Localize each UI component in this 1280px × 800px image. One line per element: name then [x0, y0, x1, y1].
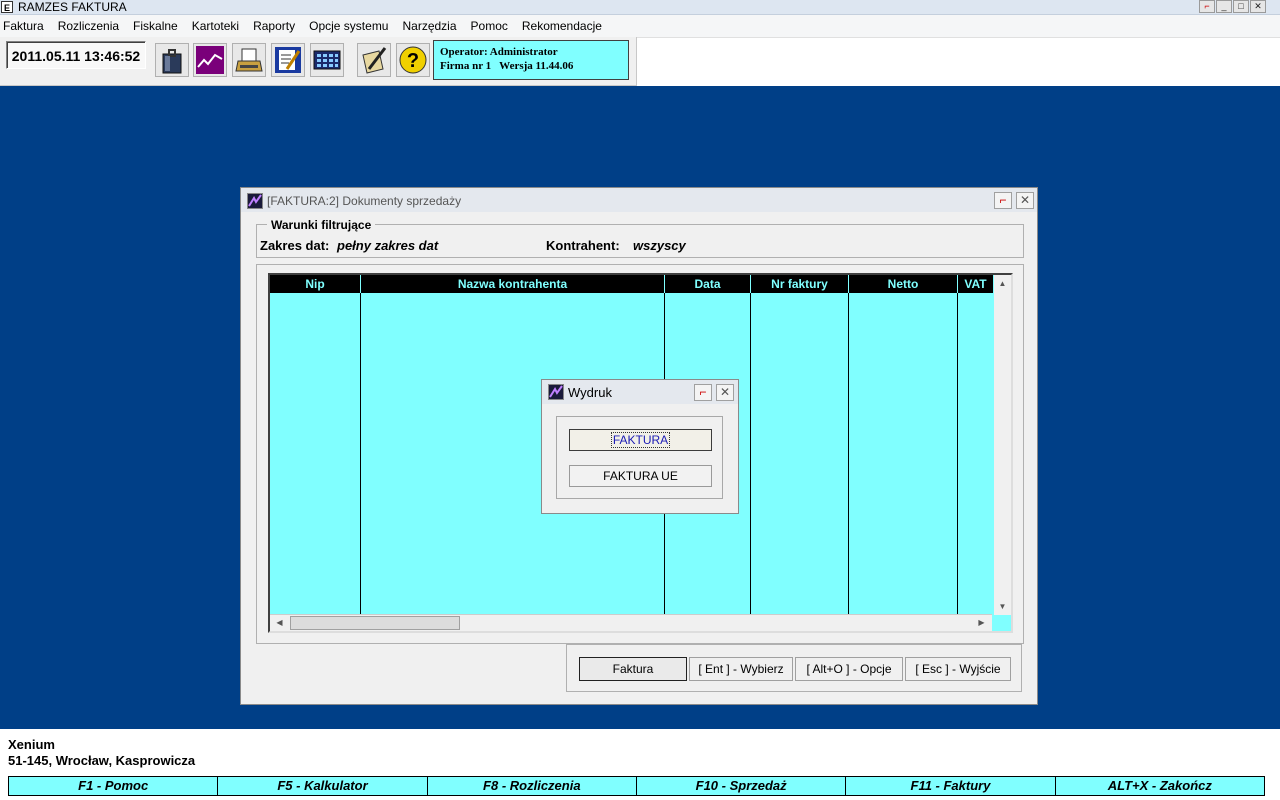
column-header-data[interactable]: Data	[665, 275, 751, 293]
dialog-title: Wydruk	[568, 385, 612, 400]
fkey-help[interactable]: F1 - Pomoc	[8, 776, 219, 796]
exit-button[interactable]: [ Esc ] - Wyjście	[905, 657, 1011, 681]
print-faktura-label: FAKTURA	[610, 432, 671, 448]
datetime-display: 2011.05.11 13:46:52	[6, 41, 146, 69]
filter-conditions-group: Warunki filtrujące Zakres dat: pełny zak…	[256, 218, 1024, 258]
select-button[interactable]: [ Ent ] - Wybierz	[689, 657, 793, 681]
help-button[interactable]: ?	[396, 43, 430, 77]
menu-opcje-systemu[interactable]: Opcje systemu	[306, 15, 395, 37]
column-header-nip[interactable]: Nip	[270, 275, 361, 293]
window-app-icon	[247, 193, 263, 209]
window-controls: ⌐ _ □ ✕	[1199, 0, 1266, 14]
function-key-bar: F1 - Pomoc F5 - Kalkulator F8 - Rozlicze…	[8, 776, 1265, 796]
horizontal-scroll-thumb[interactable]	[290, 616, 460, 630]
sales-documents-title-bar[interactable]: [FAKTURA:2] Dokumenty sprzedaży ⌐ ✕	[241, 188, 1037, 212]
operator-info-panel: Operator: Administrator Firma nr 1 Wersj…	[433, 40, 629, 80]
vertical-scrollbar[interactable]: ▲ ▼	[994, 275, 1011, 615]
svg-text:?: ?	[407, 50, 419, 72]
window-title: [FAKTURA:2] Dokumenty sprzedaży	[267, 194, 462, 208]
shopping-bag-button[interactable]	[155, 43, 189, 77]
app-title: RAMZES FAKTURA	[18, 0, 127, 14]
horizontal-scrollbar[interactable]: ◀ ▶	[270, 614, 992, 631]
column-divider	[957, 293, 958, 615]
contractor-label: Kontrahent:	[546, 238, 620, 253]
fkey-sales[interactable]: F10 - Sprzedaż	[635, 776, 847, 796]
company-address: 51-145, Wrocław, Kasprowicza	[8, 753, 196, 768]
faktura-button[interactable]: Faktura	[579, 657, 687, 681]
notepad-pencil-button[interactable]	[357, 43, 391, 77]
chart-trend-button[interactable]	[193, 43, 227, 77]
printer-icon	[235, 48, 263, 72]
dialog-tool-button[interactable]: ⌐	[694, 384, 712, 401]
restore-tool-icon[interactable]: ⌐	[1199, 0, 1215, 13]
column-header-vat[interactable]: VAT	[958, 275, 994, 293]
fkey-calculator[interactable]: F5 - Kalkulator	[217, 776, 428, 796]
column-header-nr-faktury[interactable]: Nr faktury	[751, 275, 849, 293]
column-divider	[360, 293, 361, 615]
menu-faktura[interactable]: Faktura	[0, 15, 51, 37]
fkey-invoices[interactable]: F11 - Faktury	[845, 776, 1056, 796]
firm-version-line: Firma nr 1 Wersja 11.44.06	[440, 60, 574, 72]
app-icon: E	[1, 1, 13, 13]
print-dialog-title-bar[interactable]: Wydruk ⌐ ✕	[542, 380, 738, 404]
fkey-settlements[interactable]: F8 - Rozliczenia	[426, 776, 637, 796]
menu-raporty[interactable]: Raporty	[250, 15, 302, 37]
window-close-button[interactable]: ✕	[1016, 192, 1034, 209]
column-divider	[848, 293, 849, 615]
menu-bar: Faktura Rozliczenia Fiskalne Kartoteki R…	[0, 15, 1280, 38]
menu-narzedzia[interactable]: Narzędzia	[399, 15, 463, 37]
tool-icon-button[interactable]: ⌐	[994, 192, 1012, 209]
print-dialog: Wydruk ⌐ ✕ FAKTURA FAKTURA UE	[541, 379, 739, 514]
dialog-close-button[interactable]: ✕	[716, 384, 734, 401]
print-options-group: FAKTURA FAKTURA UE	[556, 416, 723, 499]
menu-fiskalne[interactable]: Fiskalne	[130, 15, 185, 37]
scroll-up-icon[interactable]: ▲	[995, 276, 1010, 291]
contractor-value: wszyscy	[633, 238, 686, 253]
column-divider	[750, 293, 751, 615]
help-icon: ?	[399, 46, 427, 74]
menu-kartoteki[interactable]: Kartoteki	[189, 15, 246, 37]
close-button[interactable]: ✕	[1250, 0, 1266, 13]
print-faktura-ue-button[interactable]: FAKTURA UE	[569, 465, 712, 487]
column-header-netto[interactable]: Netto	[849, 275, 958, 293]
chart-trend-icon	[196, 46, 224, 74]
company-info: Xenium 51-145, Wrocław, Kasprowicza	[8, 737, 195, 769]
notepad-pencil-icon	[362, 47, 387, 74]
document-edit-button[interactable]	[271, 43, 305, 77]
minimize-button[interactable]: _	[1216, 0, 1232, 13]
menu-rozliczenia[interactable]: Rozliczenia	[55, 15, 126, 37]
action-button-bar: Faktura [ Ent ] - Wybierz [ Alt+O ] - Op…	[566, 644, 1022, 692]
maximize-button[interactable]: □	[1233, 0, 1249, 13]
app-title-bar: E RAMZES FAKTURA ⌐ _ □ ✕	[0, 0, 1280, 15]
company-name: Xenium	[8, 737, 55, 752]
scroll-left-icon[interactable]: ◀	[272, 615, 287, 630]
document-edit-icon	[275, 47, 301, 73]
operator-line: Operator: Administrator	[440, 46, 558, 58]
date-range-value: pełny zakres dat	[337, 238, 439, 253]
menu-pomoc[interactable]: Pomoc	[468, 15, 515, 37]
print-faktura-button[interactable]: FAKTURA	[569, 429, 712, 451]
fkey-exit[interactable]: ALT+X - Zakończ	[1054, 776, 1265, 796]
column-header-nazwa[interactable]: Nazwa kontrahenta	[361, 275, 665, 293]
options-button[interactable]: [ Alt+O ] - Opcje	[795, 657, 903, 681]
calculator-button[interactable]	[310, 43, 344, 77]
dialog-app-icon	[548, 384, 564, 400]
calculator-icon	[313, 50, 341, 70]
date-range-label: Zakres dat:	[260, 238, 330, 253]
status-area: Xenium 51-145, Wrocław, Kasprowicza F1 -…	[0, 729, 1280, 800]
menu-rekomendacje[interactable]: Rekomendacje	[519, 15, 609, 37]
printer-button[interactable]	[232, 43, 266, 77]
scroll-right-icon[interactable]: ▶	[974, 615, 989, 630]
toolbar: 2011.05.11 13:46:52 ? Operator: Administ…	[0, 37, 637, 86]
scroll-down-icon[interactable]: ▼	[995, 599, 1010, 614]
filter-legend: Warunki filtrujące	[267, 218, 376, 232]
shopping-bag-icon	[162, 49, 182, 74]
